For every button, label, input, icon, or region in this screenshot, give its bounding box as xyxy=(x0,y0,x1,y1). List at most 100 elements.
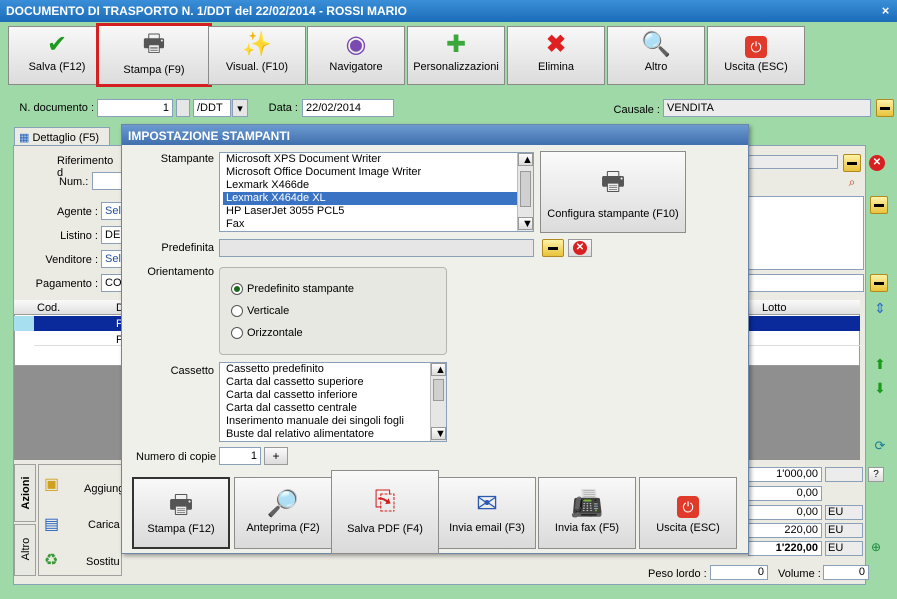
tab-label: Dettaglio (F5) xyxy=(32,132,100,144)
folder-icon-2[interactable]: ▬ xyxy=(843,154,861,172)
other-button[interactable]: 🔍 Altro xyxy=(607,26,705,85)
dialog-preview-button[interactable]: 🔎 Anteprima (F2) xyxy=(234,477,332,549)
tray-item[interactable]: Carta dal cassetto centrale xyxy=(223,402,430,415)
print-button[interactable]: 🖶 Stampa (F9) xyxy=(96,23,212,87)
tray-list-scrollbar[interactable]: ▲ ▼ xyxy=(430,363,446,441)
arrow-up-double-icon[interactable]: ⇕ xyxy=(872,300,888,318)
dialog-print-button[interactable]: 🖶 Stampa (F12) xyxy=(132,477,230,549)
radio-predefinito[interactable] xyxy=(231,283,243,295)
clear-default-button[interactable]: ✕ xyxy=(568,239,592,257)
copies-input[interactable]: 1 xyxy=(219,447,261,465)
save-button[interactable]: ✔ Salva (F12) xyxy=(8,26,106,85)
help-button[interactable]: ? xyxy=(868,467,884,482)
tray-scroll-thumb[interactable] xyxy=(433,379,444,401)
total-1-extra xyxy=(825,467,863,482)
tab-altro[interactable]: Altro xyxy=(14,524,36,576)
cassetto-label: Cassetto xyxy=(170,365,214,377)
printer-list-scrollbar[interactable]: ▲ ▼ xyxy=(517,153,533,231)
arrow-down-icon[interactable]: ⬇ xyxy=(872,380,888,398)
folder-icon-dialog[interactable]: ▬ xyxy=(542,239,564,257)
date-input[interactable]: 22/02/2014 xyxy=(302,99,394,117)
printer-item[interactable]: HP LaserJet 3055 PCL5 xyxy=(223,205,517,218)
close-icon[interactable]: × xyxy=(878,3,893,18)
agente-input[interactable]: Sel xyxy=(101,202,123,220)
printer-settings-dialog: IMPOSTAZIONE STAMPANTI Stampante Microso… xyxy=(121,124,749,554)
tray-item[interactable]: Carta dal cassetto inferiore xyxy=(223,389,430,402)
exit-label: Uscita (ESC) xyxy=(724,61,788,73)
add-icon: ▣ xyxy=(44,476,60,493)
ndoc-input[interactable]: 1 xyxy=(97,99,173,117)
dialog-exit-button[interactable]: ⏻ Uscita (ESC) xyxy=(639,477,737,549)
printer-item[interactable]: Microsoft Office Document Image Writer xyxy=(223,166,517,179)
pagamento-input[interactable]: CO xyxy=(101,274,123,292)
action-carica[interactable]: Carica xyxy=(88,519,120,531)
copies-plus-button[interactable]: + xyxy=(264,447,288,465)
tray-list[interactable]: Cassetto predefinito Carta dal cassetto s… xyxy=(219,362,447,442)
notes-area[interactable] xyxy=(748,196,864,270)
send-fax-button[interactable]: 📠 Invia fax (F5) xyxy=(538,477,636,549)
venditore-input[interactable]: Sel xyxy=(101,250,123,268)
tab-altro-label: Altro xyxy=(20,537,32,561)
load-icon: ▤ xyxy=(44,516,60,533)
tray-item[interactable]: Buste dal relativo alimentatore xyxy=(223,428,430,441)
preview-icon: 🔎 xyxy=(266,488,300,518)
printer-item[interactable]: Lexmark X466de xyxy=(223,179,517,192)
tray-scroll-up-icon[interactable]: ▲ xyxy=(431,363,446,376)
preview-label: Visual. (F10) xyxy=(225,61,289,73)
num-input[interactable] xyxy=(92,172,122,190)
tab-dettaglio[interactable]: ▦ Dettaglio (F5) xyxy=(14,127,110,146)
action-aggiungi[interactable]: Aggiung xyxy=(84,483,124,495)
delete-button[interactable]: ✖ Elimina xyxy=(507,26,605,85)
scroll-up-icon[interactable]: ▲ xyxy=(518,153,533,166)
pagamento-label: Pagamento : xyxy=(35,278,98,290)
folder-icon-4[interactable]: ▬ xyxy=(870,274,888,292)
volume-input[interactable]: 0 xyxy=(823,565,869,580)
exit-button[interactable]: ⏻ Uscita (ESC) xyxy=(707,26,805,85)
send-email-button[interactable]: ✉ Invia email (F3) xyxy=(438,477,536,549)
save-pdf-button[interactable]: ⎘ Salva PDF (F4) xyxy=(331,470,439,554)
configure-printer-button[interactable]: 🖶 Configura stampante (F10) xyxy=(540,151,686,233)
folder-icon[interactable]: ▬ xyxy=(876,99,894,117)
puzzle-icon: ✚ xyxy=(445,31,467,58)
ndoc-spin[interactable] xyxy=(176,99,190,117)
total-5: 1'220,00 xyxy=(748,541,822,556)
folder-icon-3[interactable]: ▬ xyxy=(870,196,888,214)
send-email-label: Invia email (F3) xyxy=(449,522,525,534)
listino-input[interactable]: DE xyxy=(101,226,123,244)
tray-item[interactable]: Carta dal cassetto superiore xyxy=(223,376,430,389)
customizations-button[interactable]: ✚ Personalizzazioni xyxy=(407,26,505,85)
printer-item[interactable]: Fax xyxy=(223,218,517,231)
compass-icon: ◉ xyxy=(345,31,367,58)
tray-item[interactable]: Inserimento manuale dei singoli fogli xyxy=(223,415,430,428)
clear-icon[interactable]: ✕ xyxy=(869,155,885,171)
printer-item[interactable]: Microsoft XPS Document Writer xyxy=(223,153,517,166)
arrow-up-icon[interactable]: ⬆ xyxy=(872,356,888,374)
riferimento-input[interactable] xyxy=(748,155,838,169)
series-select[interactable]: /DDT xyxy=(193,99,231,117)
refresh-icon[interactable]: ⟳ xyxy=(872,438,888,456)
printer-item[interactable]: Lexmark X464de XL xyxy=(223,192,517,205)
peso-input[interactable]: 0 xyxy=(710,565,768,580)
delete-label: Elimina xyxy=(537,61,575,73)
clear-icon-dialog: ✕ xyxy=(573,241,587,255)
action-sostituisci[interactable]: Sostitu xyxy=(86,556,120,568)
printer-icon-dialog: 🖶 xyxy=(168,489,194,519)
scroll-down-icon[interactable]: ▼ xyxy=(518,217,533,230)
navigator-button[interactable]: ◉ Navigatore xyxy=(307,26,405,85)
default-printer-input[interactable] xyxy=(219,239,534,257)
tab-azioni[interactable]: Azioni xyxy=(14,464,36,522)
num-label: Num.: xyxy=(59,176,89,188)
zoom-icon[interactable]: ⊕ xyxy=(868,540,884,556)
chevron-down-icon[interactable]: ▾ xyxy=(232,99,248,117)
replace-icon: ♻ xyxy=(44,552,59,569)
scroll-thumb[interactable] xyxy=(520,171,531,207)
search-person-icon[interactable]: ⌕ xyxy=(843,175,861,191)
radio-verticale[interactable] xyxy=(231,305,243,317)
pagamento-extra[interactable] xyxy=(748,274,864,292)
tray-scroll-down-icon[interactable]: ▼ xyxy=(431,427,446,440)
causale-input[interactable]: VENDITA xyxy=(663,99,871,117)
radio-orizzontale[interactable] xyxy=(231,327,243,339)
preview-button[interactable]: ✨ Visual. (F10) xyxy=(208,26,306,85)
tray-item[interactable]: Cassetto predefinito xyxy=(223,363,430,376)
printer-list[interactable]: Microsoft XPS Document Writer Microsoft O… xyxy=(219,152,534,232)
